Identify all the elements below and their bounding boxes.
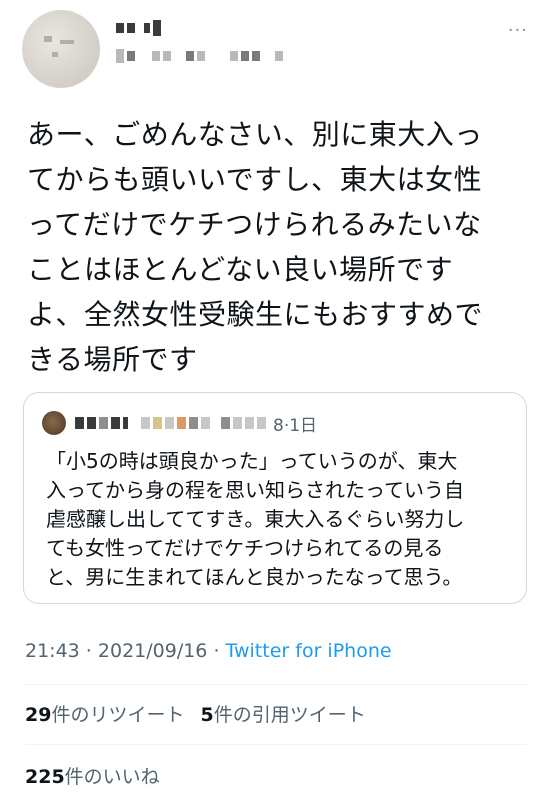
author-display-name-redacted[interactable] xyxy=(116,18,161,38)
quoted-tweet-header: 8·1日 xyxy=(42,410,317,436)
author-handle-redacted[interactable] xyxy=(116,46,283,66)
quotes-label: 件の引用ツイート xyxy=(213,704,366,726)
quote-tweets-stat[interactable]: 5件の引用ツイート xyxy=(200,704,365,726)
quoted-tweet-date: 8·1日 xyxy=(273,415,318,436)
tweet-date[interactable]: 2021/09/16 xyxy=(98,640,208,662)
quotes-count: 5 xyxy=(200,704,214,726)
quoted-tweet-card[interactable]: 8·1日 「小5の時は頭良かった」っていうのが、東大 入ってから身の程を思い知ら… xyxy=(23,392,527,604)
avatar-blur xyxy=(60,40,74,44)
meta-separator: · xyxy=(207,640,226,662)
avatar-blur xyxy=(44,36,52,42)
engagement-stats: 29件のリツイート 5件の引用ツイート xyxy=(25,700,366,727)
tweet-metadata: 21:43 · 2021/09/16 · Twitter for iPhone xyxy=(25,640,392,662)
tweet-time[interactable]: 21:43 xyxy=(25,640,80,662)
likes-label: 件のいいね xyxy=(64,766,160,788)
tweet-source-link[interactable]: Twitter for iPhone xyxy=(226,640,392,662)
tweet-text: あー、ごめんなさい、別に東大入っ てからも頭いいですし、東大は女性 ってだけでケ… xyxy=(27,118,484,376)
author-avatar[interactable] xyxy=(22,10,100,88)
meta-separator: · xyxy=(79,640,98,662)
retweets-count: 29 xyxy=(25,704,52,726)
more-options-icon[interactable]: ··· xyxy=(508,20,528,41)
quoted-author-avatar xyxy=(42,411,66,435)
retweets-stat[interactable]: 29件のリツイート xyxy=(25,704,184,726)
avatar-blur xyxy=(52,52,58,57)
retweets-label: 件のリツイート xyxy=(51,704,185,726)
divider xyxy=(25,744,527,745)
divider xyxy=(25,684,527,685)
likes-stat[interactable]: 225件のいいね xyxy=(25,762,160,789)
quoted-tweet-text: 「小5の時は頭良かった」っていうのが、東大 入ってから身の程を思い知らされたって… xyxy=(46,449,465,589)
likes-count: 225 xyxy=(25,766,65,788)
